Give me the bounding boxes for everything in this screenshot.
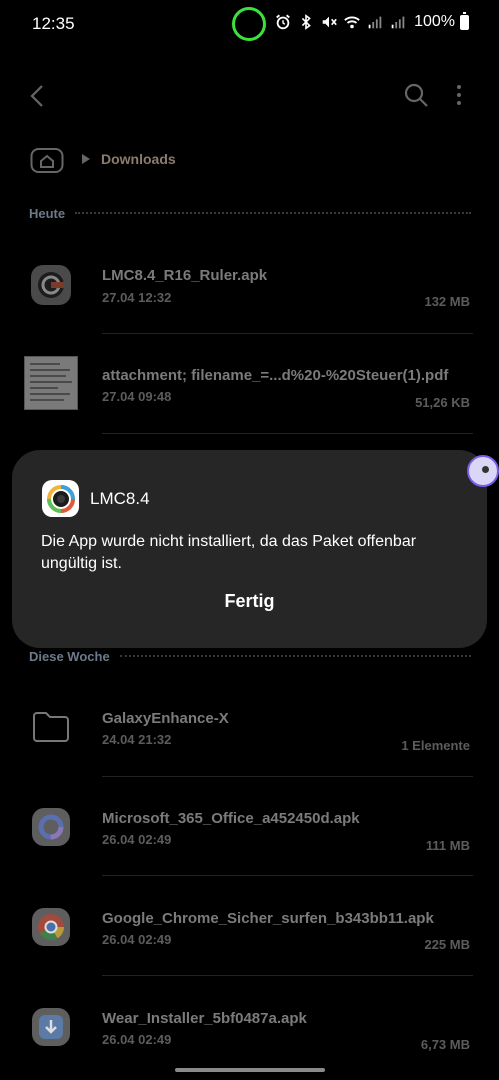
breadcrumb-current[interactable]: Downloads [101, 151, 176, 167]
chevron-left-icon[interactable] [22, 80, 54, 112]
search-icon[interactable] [401, 80, 431, 110]
section-header-today: Heute [29, 203, 471, 223]
list-item[interactable]: Wear_Installer_5bf0487a.apk 26.04 02:49 … [0, 978, 499, 1078]
file-size: 225 MB [424, 937, 470, 952]
toolbar [0, 70, 499, 122]
alarm-icon [276, 14, 290, 30]
file-name: Microsoft_365_Office_a452450d.apk [102, 810, 360, 827]
list-item[interactable]: Microsoft_365_Office_a452450d.apk 26.04 … [0, 778, 499, 878]
file-name: LMC8.4_R16_Ruler.apk [102, 267, 268, 284]
folder-icon [24, 700, 78, 754]
section-divider [119, 655, 471, 657]
file-name: Wear_Installer_5bf0487a.apk [102, 1010, 307, 1027]
lmc-app-icon [42, 480, 79, 517]
section-label: Heute [29, 205, 66, 221]
install-error-dialog: LMC8.4 Die App wurde nicht installiert, … [12, 450, 487, 648]
lmc-app-icon [24, 258, 78, 312]
file-name: GalaxyEnhance-X [102, 710, 229, 727]
dialog-message: Die App wurde nicht installiert, da das … [41, 533, 417, 572]
more-vert-icon[interactable] [449, 80, 469, 110]
floating-assistant-bubble[interactable] [467, 455, 499, 487]
caret-right-icon [82, 154, 90, 164]
file-size: 132 MB [424, 294, 470, 309]
file-date: 26.04 02:49 [102, 832, 172, 847]
row-divider [102, 975, 473, 976]
signal-icon [368, 16, 382, 29]
done-button[interactable]: Fertig [12, 591, 487, 612]
status-icons: 100% [274, 11, 469, 31]
chrome-app-icon [24, 900, 78, 954]
file-date: 26.04 02:49 [102, 1032, 172, 1047]
home-icon[interactable] [30, 144, 64, 174]
download-app-icon [24, 1000, 78, 1054]
status-bar: 12:35 100% [0, 0, 499, 48]
file-name: attachment; filename_=...d%20-%20Steuer(… [102, 367, 449, 384]
file-size: 1 Elemente [401, 738, 470, 753]
row-divider [102, 776, 473, 777]
file-size: 6,73 MB [420, 1037, 470, 1052]
gesture-nav-handle[interactable] [175, 1068, 325, 1072]
row-divider [102, 333, 473, 334]
list-item[interactable]: Google_Chrome_Sicher_surfen_b343bb11.apk… [0, 878, 499, 978]
office-app-icon [24, 800, 78, 854]
list-item[interactable]: LMC8.4_R16_Ruler.apk 27.04 12:32 132 MB [0, 236, 499, 336]
signal-icon [391, 16, 405, 29]
bluetooth-icon [301, 14, 311, 30]
row-divider [102, 433, 473, 434]
section-header-this-week: Diese Woche [29, 646, 471, 666]
breadcrumb: Downloads [30, 142, 176, 176]
dialog-title: LMC8.4 [90, 489, 150, 508]
pdf-thumbnail [24, 356, 78, 410]
file-name: Google_Chrome_Sicher_surfen_b343bb11.apk [102, 910, 434, 927]
battery-percentage: 100% [414, 13, 455, 30]
battery-icon [460, 11, 469, 30]
file-date: 27.04 12:32 [102, 290, 172, 305]
file-date: 26.04 02:49 [102, 932, 172, 947]
wifi-icon [344, 16, 360, 29]
file-date: 24.04 21:32 [102, 732, 172, 747]
section-label: Diese Woche [29, 648, 110, 664]
mute-icon [322, 16, 337, 28]
file-size: 111 MB [425, 838, 470, 853]
status-time: 12:35 [32, 14, 75, 33]
section-divider [75, 212, 471, 214]
list-item[interactable]: attachment; filename_=...d%20-%20Steuer(… [0, 336, 499, 436]
camera-cutout-ring [232, 7, 266, 41]
row-divider [102, 875, 473, 876]
file-date: 27.04 09:48 [102, 389, 172, 404]
list-item[interactable]: GalaxyEnhance-X 24.04 21:32 1 Elemente [0, 680, 499, 780]
file-size: 51,26 KB [415, 395, 470, 410]
